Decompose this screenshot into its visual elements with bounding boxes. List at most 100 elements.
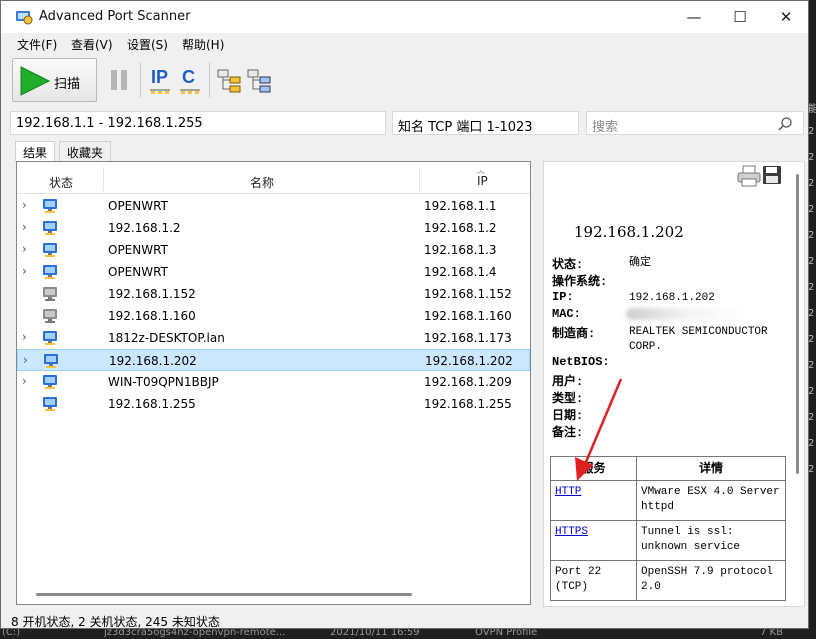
results-list: 状态 名称 ︿ IP › OPENWRT 192.168.1.1 › 192.168… (16, 161, 531, 605)
search-icon[interactable] (777, 116, 793, 132)
toolbar-separator (209, 63, 210, 97)
detail-field-label: 制造商: (552, 327, 596, 341)
menu-settings[interactable]: 设置(S) (127, 36, 168, 53)
service-detail: OpenSSH 7.9 protocol 2.0 (636, 560, 786, 601)
host-ip: 192.168.1.3 (424, 243, 497, 257)
menu-file[interactable]: 文件(F) (17, 36, 57, 53)
host-ip: 192.168.1.202 (425, 354, 513, 368)
column-divider[interactable] (419, 167, 420, 191)
table-row[interactable]: › WIN-T09QPN1BBJP 192.168.1.209 (17, 371, 530, 393)
host-ip: 192.168.1.209 (424, 375, 512, 389)
toolbar: 扫描 IP C (1, 55, 808, 105)
computer-online-icon (43, 221, 57, 235)
tab-results[interactable]: 结果 (15, 141, 56, 161)
toolbar-separator (140, 63, 141, 97)
detail-ip-heading: 192.168.1.202 (574, 223, 684, 241)
detail-field-label: MAC: (552, 307, 581, 321)
detail-field-label: 状态: (552, 258, 584, 272)
table-row[interactable]: › 192.168.1.202 192.168.1.202 (17, 349, 530, 371)
ports-input[interactable]: 知名 TCP 端口 1-1023 (392, 111, 579, 135)
close-button[interactable]: ✕ (763, 1, 808, 33)
host-name: 192.168.1.255 (108, 397, 196, 411)
horizontal-scrollbar[interactable] (18, 586, 529, 602)
list-header: 状态 名称 ︿ IP (17, 162, 530, 194)
tab-favorites[interactable]: 收藏夹 (59, 141, 112, 161)
table-row[interactable]: › 1812z-DESKTOP.lan 192.168.1.173 (17, 327, 530, 349)
ip-range-input[interactable]: 192.168.1.1 - 192.168.1.255 (10, 111, 386, 135)
play-icon (20, 66, 51, 96)
title-bar[interactable]: Advanced Port Scanner — ☐ ✕ (1, 1, 808, 33)
host-name: OPENWRT (108, 265, 168, 279)
host-name: WIN-T09QPN1BBJP (108, 375, 219, 389)
pause-icon[interactable] (109, 68, 129, 92)
c-subnet-button[interactable]: C (179, 67, 201, 95)
host-ip: 192.168.1.1 (424, 199, 497, 213)
table-row[interactable]: › 192.168.1.2 192.168.1.2 (17, 217, 530, 239)
host-ip: 192.168.1.160 (424, 309, 512, 323)
detail-field-value: REALTEK SEMICONDUCTOR CORP. (629, 326, 768, 353)
network-icon (180, 89, 200, 94)
tab-bar: 结果 收藏夹 (1, 139, 808, 161)
column-divider[interactable] (103, 167, 104, 191)
address-row: 192.168.1.1 - 192.168.1.255 知名 TCP 端口 1-… (1, 109, 808, 137)
mac-redacted (626, 308, 746, 320)
detail-field-label: IP: (552, 290, 574, 304)
save-icon[interactable] (762, 165, 782, 185)
table-row[interactable]: 192.168.1.152 192.168.1.152 (17, 283, 530, 305)
minimize-button[interactable]: — (671, 1, 717, 33)
host-name: OPENWRT (108, 243, 168, 257)
app-window: Advanced Port Scanner — ☐ ✕ 文件(F) 查看(V) … (0, 0, 809, 629)
service-detail: Tunnel is ssl: unknown service (636, 520, 786, 561)
host-ip: 192.168.1.255 (424, 397, 512, 411)
table-row[interactable]: 192.168.1.160 192.168.1.160 (17, 305, 530, 327)
menu-view[interactable]: 查看(V) (71, 36, 113, 53)
expand-chevron-icon[interactable]: › (22, 242, 27, 256)
detail-field-label: NetBIOS: (552, 355, 610, 369)
host-name: 192.168.1.152 (108, 287, 196, 301)
scrollbar-thumb[interactable] (36, 593, 412, 596)
computer-offline-icon (43, 287, 57, 301)
search-input[interactable]: 搜索 (586, 111, 804, 135)
service-row: Port 22 (TCP) OpenSSH 7.9 protocol 2.0 (550, 560, 786, 601)
host-name: 192.168.1.202 (109, 354, 197, 368)
computer-online-icon (43, 199, 57, 213)
desktop-background-right: 能22222222222222 (808, 0, 816, 639)
computer-online-icon (44, 354, 58, 368)
host-ip: 192.168.1.173 (424, 331, 512, 345)
vertical-scrollbar[interactable] (796, 174, 799, 474)
c-label: C (182, 67, 195, 87)
expand-chevron-icon[interactable]: › (22, 330, 27, 344)
table-row[interactable]: › OPENWRT 192.168.1.4 (17, 261, 530, 283)
table-row[interactable]: › OPENWRT 192.168.1.1 (17, 195, 530, 217)
bg-text-char: 能 (808, 104, 816, 115)
service-link-http[interactable]: HTTP (555, 486, 581, 498)
status-bar: 8 开机状态, 2 关机状态, 245 未知状态 (1, 610, 808, 629)
expand-all-icon[interactable] (217, 68, 243, 94)
maximize-button[interactable]: ☐ (717, 1, 763, 33)
service-link-https[interactable]: HTTPS (555, 526, 588, 538)
expand-chevron-icon[interactable]: › (23, 353, 28, 367)
computer-online-icon (43, 375, 57, 389)
computer-offline-icon (43, 309, 57, 323)
ip-button[interactable]: IP (149, 67, 171, 95)
expand-chevron-icon[interactable]: › (22, 374, 27, 388)
column-name[interactable]: 名称 (250, 174, 274, 191)
table-row[interactable]: › OPENWRT 192.168.1.3 (17, 239, 530, 261)
annotation-arrow (575, 378, 623, 481)
collapse-all-icon[interactable] (247, 68, 273, 94)
menu-bar: 文件(F) 查看(V) 设置(S) 帮助(H) (1, 33, 808, 53)
network-icon (150, 89, 170, 94)
expand-chevron-icon[interactable]: › (22, 264, 27, 278)
print-icon[interactable] (737, 165, 761, 187)
menu-help[interactable]: 帮助(H) (182, 36, 224, 53)
status-text: 8 开机状态, 2 关机状态, 245 未知状态 (11, 615, 220, 629)
expand-chevron-icon[interactable]: › (22, 220, 27, 234)
column-status[interactable]: 状态 (49, 174, 73, 191)
scan-button[interactable]: 扫描 (12, 58, 97, 102)
column-ip[interactable]: IP (477, 174, 488, 188)
host-name: 192.168.1.160 (108, 309, 196, 323)
table-row[interactable]: 192.168.1.255 192.168.1.255 (17, 393, 530, 415)
service-port-22: Port 22 (TCP) (550, 560, 637, 601)
service-detail: VMware ESX 4.0 Server httpd (636, 480, 786, 521)
expand-chevron-icon[interactable]: › (22, 198, 27, 212)
